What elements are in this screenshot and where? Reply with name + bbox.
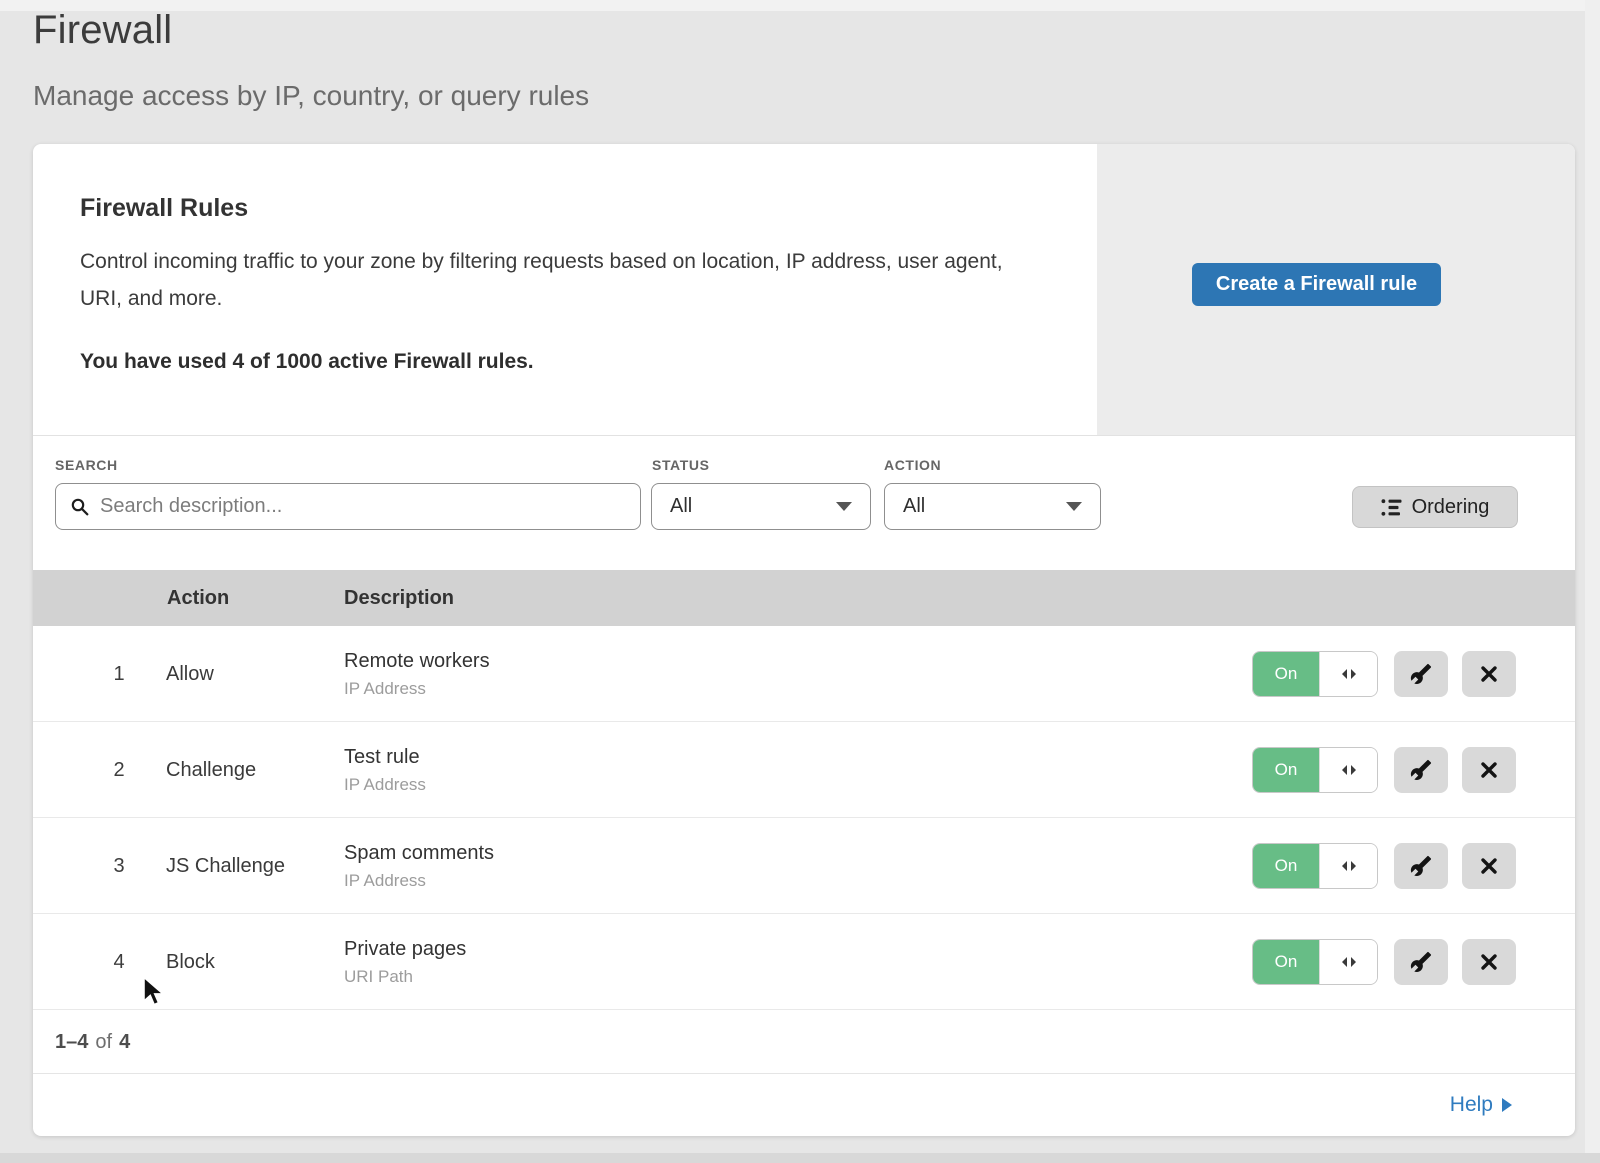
wrench-icon [1410, 855, 1432, 877]
toggle-on-label: On [1253, 652, 1319, 696]
search-label: SEARCH [55, 457, 118, 473]
rule-enabled-toggle[interactable]: On [1252, 939, 1378, 985]
pagination: 1–4 of 4 [33, 1011, 1575, 1073]
search-icon [70, 497, 90, 517]
edit-rule-button[interactable] [1394, 843, 1448, 889]
rule-action: Allow [166, 626, 214, 722]
create-rule-panel: Create a Firewall rule [1097, 144, 1575, 435]
firewall-rules-overview: Firewall Rules Control incoming traffic … [33, 144, 1575, 436]
search-input[interactable] [100, 495, 626, 518]
rule-match-type: IP Address [344, 679, 490, 699]
delete-rule-button[interactable] [1462, 843, 1516, 889]
create-firewall-rule-button[interactable]: Create a Firewall rule [1192, 263, 1441, 306]
help-link-label: Help [1450, 1093, 1493, 1117]
toggle-arrows-icon [1319, 844, 1377, 888]
table-row: 1 Allow Remote workers IP Address On [33, 626, 1575, 722]
rule-priority: 1 [101, 626, 137, 722]
firewall-rules-card: Firewall Rules Control incoming traffic … [33, 144, 1575, 1136]
rule-enabled-toggle[interactable]: On [1252, 843, 1378, 889]
status-select[interactable]: All [651, 483, 871, 530]
pagination-range: 1–4 [55, 1031, 88, 1054]
window-bottom-edge [0, 1153, 1600, 1163]
chevron-down-icon [1066, 502, 1082, 511]
rule-priority: 3 [101, 818, 137, 914]
ordering-button[interactable]: Ordering [1352, 486, 1518, 528]
status-label: STATUS [652, 457, 710, 473]
delete-rule-button[interactable] [1462, 651, 1516, 697]
toggle-arrows-icon [1319, 748, 1377, 792]
ordering-button-label: Ordering [1412, 496, 1490, 519]
toggle-on-label: On [1253, 748, 1319, 792]
toggle-on-label: On [1253, 940, 1319, 984]
column-header-action: Action [167, 570, 229, 626]
table-row: 3 JS Challenge Spam comments IP Address … [33, 818, 1575, 914]
close-icon [1479, 952, 1499, 972]
rule-enabled-toggle[interactable]: On [1252, 651, 1378, 697]
rule-enabled-toggle[interactable]: On [1252, 747, 1378, 793]
help-link[interactable]: Help [1450, 1093, 1512, 1117]
rule-description-cell: Private pages URI Path [344, 914, 466, 1010]
rule-action: JS Challenge [166, 818, 285, 914]
table-row: 2 Challenge Test rule IP Address On [33, 722, 1575, 818]
wrench-icon [1410, 951, 1432, 973]
action-select[interactable]: All [884, 483, 1101, 530]
delete-rule-button[interactable] [1462, 939, 1516, 985]
window-top-edge [0, 0, 1600, 11]
rule-priority: 2 [101, 722, 137, 818]
pagination-separator: of [95, 1031, 112, 1054]
rule-description: Remote workers [344, 650, 490, 673]
action-select-value: All [903, 495, 925, 518]
rule-description-cell: Remote workers IP Address [344, 626, 490, 722]
rule-action: Block [166, 914, 215, 1010]
search-input-wrapper [55, 483, 641, 530]
rule-description-cell: Spam comments IP Address [344, 818, 494, 914]
wrench-icon [1410, 663, 1432, 685]
rule-priority: 4 [101, 914, 137, 1010]
table-row: 4 Block Private pages URI Path On [33, 914, 1575, 1010]
column-header-description: Description [344, 570, 454, 626]
action-label: ACTION [884, 457, 941, 473]
window-right-edge [1585, 0, 1600, 1163]
status-select-value: All [670, 495, 692, 518]
delete-rule-button[interactable] [1462, 747, 1516, 793]
close-icon [1479, 856, 1499, 876]
toggle-arrows-icon [1319, 652, 1377, 696]
table-header: Action Description [33, 570, 1575, 626]
page-subtitle: Manage access by IP, country, or query r… [33, 80, 589, 112]
rule-action: Challenge [166, 722, 256, 818]
edit-rule-button[interactable] [1394, 939, 1448, 985]
section-description: Control incoming traffic to your zone by… [80, 243, 1045, 317]
edit-rule-button[interactable] [1394, 651, 1448, 697]
help-arrow-icon [1502, 1098, 1512, 1112]
rule-match-type: IP Address [344, 775, 426, 795]
edit-rule-button[interactable] [1394, 747, 1448, 793]
rule-description: Private pages [344, 938, 466, 961]
rule-description-cell: Test rule IP Address [344, 722, 426, 818]
chevron-down-icon [836, 502, 852, 511]
close-icon [1479, 664, 1499, 684]
page-title: Firewall [33, 8, 172, 53]
toggle-arrows-icon [1319, 940, 1377, 984]
rule-description: Spam comments [344, 842, 494, 865]
rule-description: Test rule [344, 746, 426, 769]
usage-note: You have used 4 of 1000 active Firewall … [80, 350, 534, 374]
section-heading: Firewall Rules [80, 194, 248, 223]
toggle-on-label: On [1253, 844, 1319, 888]
close-icon [1479, 760, 1499, 780]
wrench-icon [1410, 759, 1432, 781]
card-footer: Help [33, 1073, 1575, 1136]
filter-bar: SEARCH STATUS All ACTION All [33, 436, 1575, 570]
pagination-total: 4 [119, 1031, 130, 1054]
rule-match-type: IP Address [344, 871, 494, 891]
rules-list: 1 Allow Remote workers IP Address On [33, 626, 1575, 1010]
firewall-page: Firewall Manage access by IP, country, o… [0, 0, 1600, 1163]
rule-match-type: URI Path [344, 967, 466, 987]
ordered-list-icon [1381, 498, 1402, 517]
